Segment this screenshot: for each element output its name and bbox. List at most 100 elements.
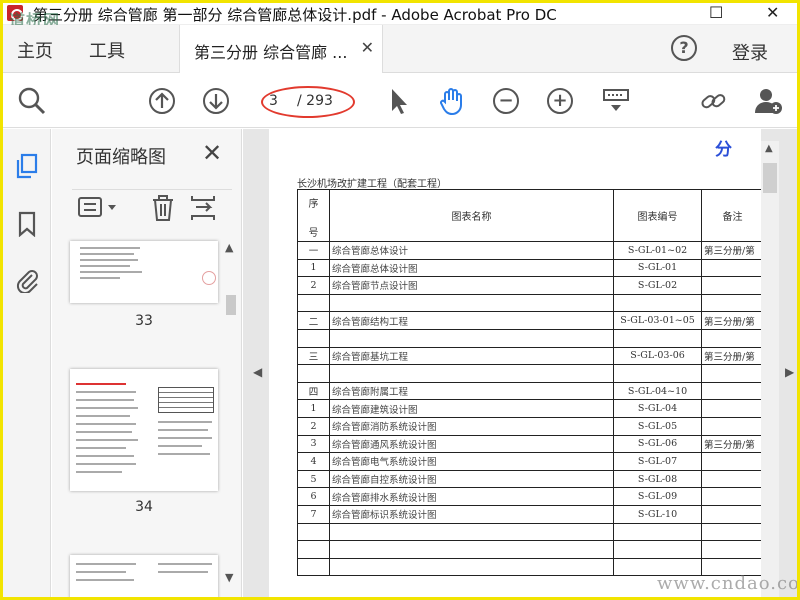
row-seq: 2 <box>297 416 330 436</box>
row-seq: 3 <box>297 434 330 454</box>
row-code: S-GL-10 <box>613 504 702 524</box>
tab-document[interactable]: 第三分册 综合管廊 ... ✕ <box>179 25 383 73</box>
hand-tool-icon[interactable] <box>437 86 467 116</box>
row-seq: 7 <box>297 504 330 524</box>
drawing-index-table: 序 号 图表名称 图表编号 备注 一综合管廊总体设计 S-GL-01~02 第三分册… <box>297 189 761 577</box>
table-row: 7 综合管廊标识系统设计图 S-GL-10 <box>297 504 761 524</box>
table-row: 一综合管廊总体设计 S-GL-01~02 第三分册/第 <box>297 241 761 260</box>
page-thumbnail[interactable] <box>70 555 218 597</box>
site-watermark-bottom: www.cndao.com <box>657 573 800 594</box>
table-row: 1 综合管廊总体设计图 S-GL-01 <box>297 258 761 278</box>
project-title: 长沙机场改扩建工程（配套工程） <box>297 179 447 190</box>
row-code: S-GL-06 <box>613 434 702 454</box>
doc-scroll-up-icon[interactable]: ▲ <box>765 143 773 154</box>
next-page-icon[interactable] <box>201 86 231 116</box>
table-row <box>297 293 761 313</box>
row-note: 第三分册/第 <box>701 434 761 454</box>
panel-close-icon[interactable]: ✕ <box>202 139 222 167</box>
row-note <box>701 293 761 313</box>
thumbnail-page-number: 33 <box>135 313 153 329</box>
scrollbar-thumb[interactable] <box>226 295 236 315</box>
row-code: S-GL-07 <box>613 452 702 471</box>
row-note <box>701 452 761 471</box>
row-seq: 4 <box>297 452 330 471</box>
row-note: 第三分册/第 <box>701 346 761 366</box>
document-scrollbar[interactable]: ▲ <box>761 141 779 597</box>
page-thumbnails-icon[interactable] <box>15 153 39 179</box>
page-corner-mark: 分 <box>715 140 732 160</box>
row-note <box>701 504 761 524</box>
share-link-icon[interactable] <box>699 86 729 116</box>
row-name <box>329 328 614 348</box>
tab-document-label: 第三分册 综合管廊 ... <box>194 43 348 62</box>
page-view-icon[interactable] <box>601 86 631 116</box>
header-note: 备注 <box>701 189 761 242</box>
app-window: 第三分册 综合管廊 第一部分 综合管廊总体设计.pdf - Adobe Acro… <box>0 0 800 600</box>
row-note <box>701 364 761 383</box>
thumbnails-panel: 页面缩略图 ✕ 33 34 ▲ ▼ <box>52 129 242 597</box>
page-number-field[interactable]: 3 / 293 <box>261 86 355 118</box>
zoom-in-icon[interactable]: + <box>545 86 575 116</box>
thumbnail-options-icon[interactable] <box>78 196 120 224</box>
page-thumbnail[interactable] <box>70 241 218 303</box>
thumbnail-tools <box>72 189 232 225</box>
title-bar: 第三分册 综合管廊 第一部分 综合管廊总体设计.pdf - Adobe Acro… <box>3 3 797 30</box>
maximize-button[interactable]: ☐ <box>709 3 723 22</box>
table-row: 4 综合管廊电气系统设计图 S-GL-07 <box>297 452 761 471</box>
add-user-icon[interactable] <box>753 86 783 116</box>
page-thumbnail[interactable] <box>70 369 218 491</box>
scroll-up-icon[interactable]: ▲ <box>225 241 233 254</box>
row-note <box>701 416 761 436</box>
row-code: S-GL-09 <box>613 487 702 506</box>
row-name: 综合管廊消防系统设计图 <box>329 416 614 436</box>
table-row <box>297 328 761 348</box>
row-name: 综合管廊通风系统设计图 <box>329 434 614 454</box>
tab-home[interactable]: 主页 <box>17 37 53 63</box>
row-note: 第三分册/第 <box>701 241 761 260</box>
collapse-left-icon[interactable]: ◀ <box>253 365 262 379</box>
bookmark-icon[interactable] <box>15 211 39 238</box>
tab-tools[interactable]: 工具 <box>89 37 125 63</box>
attachment-icon[interactable] <box>15 267 39 295</box>
row-seq: 1 <box>297 399 330 418</box>
row-name: 综合管廊建筑设计图 <box>329 399 614 418</box>
row-code <box>613 364 702 383</box>
row-name: 综合管廊基坑工程 <box>329 346 614 366</box>
select-cursor-icon[interactable] <box>385 86 415 116</box>
table-row: 1 综合管廊建筑设计图 S-GL-04 <box>297 399 761 418</box>
scroll-down-icon[interactable]: ▼ <box>225 571 233 584</box>
signin-button[interactable]: 登录 <box>732 39 768 65</box>
row-name <box>329 540 614 559</box>
row-note <box>701 328 761 348</box>
row-seq: 一 <box>297 241 330 260</box>
panel-title: 页面缩略图 <box>76 147 166 168</box>
delete-page-icon[interactable] <box>150 194 176 226</box>
search-zoom-icon[interactable] <box>17 86 47 116</box>
row-note <box>701 276 761 295</box>
row-seq <box>297 540 330 559</box>
rotate-page-icon[interactable] <box>190 194 216 226</box>
thumbnail-scrollbar[interactable]: ▲ ▼ <box>224 241 238 597</box>
header-seq: 序 号 <box>297 189 330 242</box>
row-code: S-GL-03-06 <box>613 346 702 366</box>
close-window-button[interactable]: ✕ <box>766 3 779 22</box>
table-row: 5 综合管廊自控系统设计图 S-GL-08 <box>297 469 761 489</box>
row-seq: 6 <box>297 487 330 506</box>
row-name: 综合管廊附属工程 <box>329 381 614 401</box>
zoom-out-icon[interactable]: − <box>491 86 521 116</box>
row-seq: 1 <box>297 258 330 278</box>
table-row: 3 综合管廊通风系统设计图 S-GL-06 第三分册/第 <box>297 434 761 454</box>
tab-close-icon[interactable]: ✕ <box>361 38 374 57</box>
table-row: 四综合管廊附属工程 S-GL-04~10 <box>297 381 761 401</box>
thumbnail-page-number: 34 <box>135 499 153 515</box>
row-seq <box>297 293 330 313</box>
row-code: S-GL-01 <box>613 258 702 278</box>
collapse-right-icon[interactable]: ▶ <box>785 365 794 379</box>
row-name: 综合管廊总体设计 <box>329 241 614 260</box>
row-code <box>613 522 702 542</box>
help-icon[interactable]: ? <box>671 35 697 61</box>
document-viewport: ◀ 分 长沙机场改扩建工程（配套工程） 序 号 图表名称 图表编号 备注 一 综… <box>243 129 797 597</box>
table-row <box>297 540 761 559</box>
document-scrollbar-thumb[interactable] <box>763 163 777 193</box>
prev-page-icon[interactable] <box>147 86 177 116</box>
